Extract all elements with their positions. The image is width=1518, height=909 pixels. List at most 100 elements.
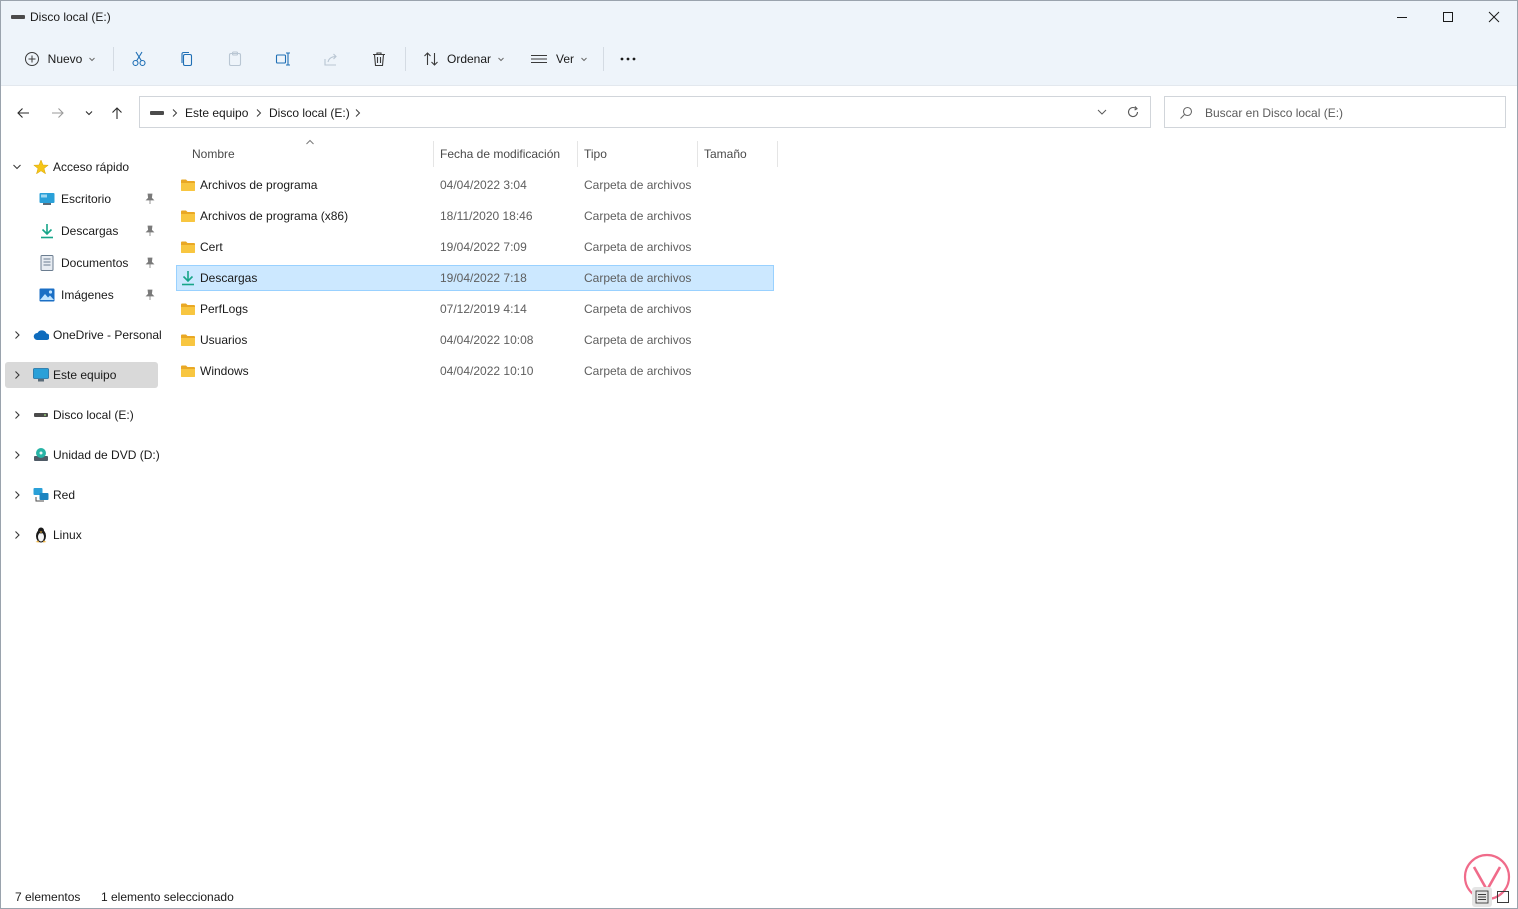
sidebar-label: Red xyxy=(53,488,76,502)
more-options-button[interactable] xyxy=(613,43,643,75)
up-button[interactable] xyxy=(105,101,129,125)
back-button[interactable] xyxy=(11,101,35,125)
column-header-date[interactable]: Fecha de modificación xyxy=(440,147,560,161)
cut-button[interactable] xyxy=(125,43,153,75)
trash-icon xyxy=(373,52,385,67)
file-date: 07/12/2019 4:14 xyxy=(440,302,527,316)
sort-button[interactable]: Ordenar xyxy=(419,43,509,75)
close-button[interactable] xyxy=(1471,1,1517,33)
view-label: Ver xyxy=(555,52,574,66)
pin-icon[interactable] xyxy=(144,192,156,206)
drive-icon xyxy=(150,111,164,115)
forward-button[interactable] xyxy=(46,101,70,125)
download-icon xyxy=(39,223,55,239)
file-row[interactable]: Usuarios 04/04/2022 10:08 Carpeta de arc… xyxy=(176,327,774,353)
sidebar-item-local-disk[interactable]: Disco local (E:) xyxy=(5,402,158,428)
list-view-icon xyxy=(530,54,547,64)
close-icon xyxy=(1488,11,1500,23)
computer-icon xyxy=(33,367,49,383)
pin-icon[interactable] xyxy=(144,256,156,270)
chevron-down-icon[interactable] xyxy=(11,161,23,173)
chevron-right-icon xyxy=(172,109,178,117)
sidebar-item-quick-access[interactable]: Acceso rápido xyxy=(5,154,158,180)
details-view-icon xyxy=(1475,890,1489,904)
sidebar-item-onedrive[interactable]: OneDrive - Personal xyxy=(5,322,162,348)
breadcrumb-local-disk[interactable]: Disco local (E:) xyxy=(269,106,350,120)
maximize-button[interactable] xyxy=(1425,1,1471,33)
paste-button[interactable] xyxy=(221,43,249,75)
sidebar-item-network[interactable]: Red xyxy=(5,482,158,508)
rename-icon xyxy=(275,52,290,66)
minimize-button[interactable] xyxy=(1379,1,1425,33)
sidebar-item-downloads[interactable]: Descargas xyxy=(5,218,158,244)
chevron-right-icon[interactable] xyxy=(11,369,23,381)
rename-button[interactable] xyxy=(269,43,297,75)
file-row[interactable]: PerfLogs 07/12/2019 4:14 Carpeta de arch… xyxy=(176,296,774,322)
chevron-right-icon[interactable] xyxy=(255,108,263,118)
column-divider[interactable] xyxy=(577,141,578,167)
address-history-chevron-icon[interactable] xyxy=(1096,107,1108,117)
refresh-icon[interactable] xyxy=(1126,105,1140,119)
folder-icon xyxy=(181,241,195,253)
details-view-button[interactable] xyxy=(1472,887,1492,907)
delete-button[interactable] xyxy=(365,43,393,75)
file-type: Carpeta de archivos xyxy=(584,364,692,378)
file-date: 19/04/2022 7:18 xyxy=(440,271,527,285)
column-divider[interactable] xyxy=(697,141,698,167)
sidebar-item-linux[interactable]: Linux xyxy=(5,522,158,548)
sidebar-label: OneDrive - Personal xyxy=(53,328,162,342)
recent-locations-button[interactable] xyxy=(77,101,101,125)
file-type: Carpeta de archivos xyxy=(584,240,692,254)
chevron-right-icon[interactable] xyxy=(11,489,23,501)
chevron-right-icon[interactable] xyxy=(11,449,23,461)
file-name: Archivos de programa (x86) xyxy=(200,209,349,223)
breadcrumb-this-pc[interactable]: Este equipo xyxy=(185,106,248,120)
chevron-right-icon[interactable] xyxy=(11,409,23,421)
column-header-name[interactable]: Nombre xyxy=(192,147,235,161)
sidebar-item-pictures[interactable]: Imágenes xyxy=(5,282,158,308)
chevron-right-icon[interactable] xyxy=(354,108,362,118)
sidebar-label: Imágenes xyxy=(61,288,114,302)
cloud-icon xyxy=(33,327,49,343)
address-bar[interactable]: Este equipo Disco local (E:) xyxy=(139,96,1151,128)
download-icon xyxy=(182,271,194,286)
sidebar-item-this-pc[interactable]: Este equipo xyxy=(5,362,158,388)
chevron-down-icon xyxy=(581,57,587,62)
pin-icon[interactable] xyxy=(144,288,156,302)
minimize-icon xyxy=(1397,17,1407,18)
column-divider[interactable] xyxy=(777,141,778,167)
folder-icon xyxy=(181,179,195,191)
toolbar-divider xyxy=(405,47,406,71)
column-header-size[interactable]: Tamaño xyxy=(704,147,747,161)
file-row[interactable]: Archivos de programa 04/04/2022 3:04 Car… xyxy=(176,172,774,198)
pin-icon[interactable] xyxy=(144,224,156,238)
file-row[interactable]: Windows 04/04/2022 10:10 Carpeta de arch… xyxy=(176,358,774,384)
file-row[interactable]: Cert 19/04/2022 7:09 Carpeta de archivos xyxy=(176,234,774,260)
drive-icon xyxy=(33,407,49,423)
sidebar-item-desktop[interactable]: Escritorio xyxy=(5,186,158,212)
file-date: 18/11/2020 18:46 xyxy=(440,209,533,223)
view-button[interactable]: Ver xyxy=(527,43,591,75)
sidebar-item-documents[interactable]: Documentos xyxy=(5,250,158,276)
sidebar-item-dvd-drive[interactable]: Unidad de DVD (D:) xyxy=(5,442,160,468)
chevron-right-icon[interactable] xyxy=(11,329,23,341)
chevron-right-icon[interactable] xyxy=(11,529,23,541)
file-row[interactable]: Archivos de programa (x86) 18/11/2020 18… xyxy=(176,203,774,229)
file-name: Cert xyxy=(200,240,223,254)
search-icon xyxy=(1180,106,1193,119)
plus-circle-icon xyxy=(24,52,39,66)
copy-button[interactable] xyxy=(173,43,201,75)
file-date: 04/04/2022 3:04 xyxy=(440,178,527,192)
status-item-count: 7 elementos xyxy=(15,890,81,904)
folder-icon xyxy=(181,334,195,346)
column-header-type[interactable]: Tipo xyxy=(584,147,607,161)
tiles-view-button[interactable] xyxy=(1493,887,1513,907)
status-selection: 1 elemento seleccionado xyxy=(101,890,234,904)
arrow-right-icon xyxy=(52,108,64,118)
file-row-selected[interactable]: Descargas 19/04/2022 7:18 Carpeta de arc… xyxy=(176,265,774,291)
share-button[interactable] xyxy=(317,43,345,75)
sort-icon xyxy=(424,52,438,66)
new-button[interactable]: Nuevo xyxy=(19,43,101,75)
column-divider[interactable] xyxy=(433,141,434,167)
search-input[interactable]: Buscar en Disco local (E:) xyxy=(1164,96,1506,128)
